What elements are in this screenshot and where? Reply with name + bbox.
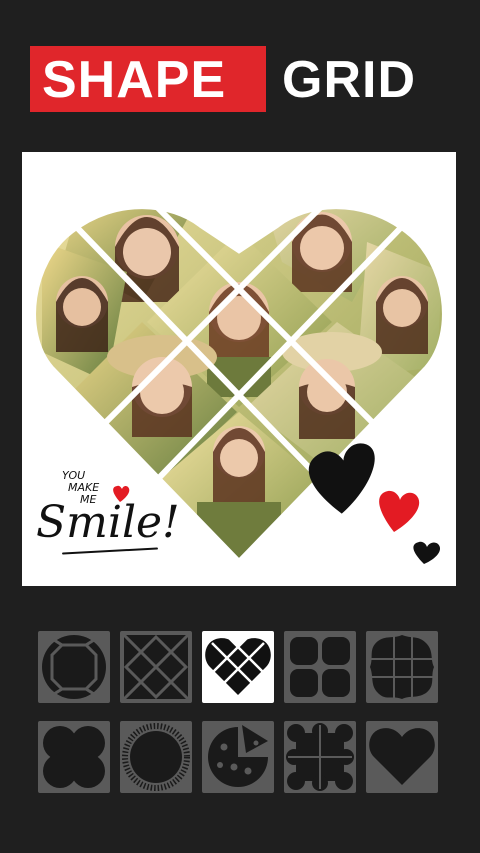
shape-tile-diamond-x[interactable] — [120, 631, 192, 703]
shape-tile-scalloped-square[interactable] — [284, 721, 356, 793]
shape-tile-circle-octagon[interactable] — [38, 631, 110, 703]
shape-tile-cookie[interactable] — [202, 721, 274, 793]
shape-tile-rounded-squares[interactable] — [284, 631, 356, 703]
shape-tile-four-petal[interactable] — [38, 721, 110, 793]
sticker-red-heart[interactable] — [379, 490, 420, 532]
title-highlight-text: SHAPE — [42, 51, 227, 109]
diamond-x-icon — [122, 633, 190, 701]
caption-smile-script: Smile! — [36, 497, 180, 548]
fuzzy-circle-icon — [122, 723, 190, 791]
cookie-icon — [208, 725, 268, 787]
title-rest-text: GRID — [282, 51, 416, 109]
scalloped-square-icon — [286, 723, 354, 791]
rounded-squares-icon — [290, 637, 350, 697]
four-petal-flower-icon — [43, 726, 105, 788]
heart-icon — [369, 728, 435, 785]
shape-tile-heart-grid[interactable] — [202, 631, 274, 703]
collage-canvas[interactable]: YOU MAKE ME Smile! — [22, 152, 456, 586]
shape-tile-fuzzy-circle[interactable] — [120, 721, 192, 793]
sticker-small-black-heart[interactable] — [413, 541, 441, 564]
shape-tile-heart[interactable] — [366, 721, 438, 793]
wavy-blob-icon — [370, 635, 434, 699]
circle-octagon-icon — [42, 633, 106, 701]
heart-grid-icon — [205, 636, 271, 695]
app-title: SHAPE GRID — [30, 46, 450, 112]
shape-tile-wavy-blob[interactable] — [366, 631, 438, 703]
